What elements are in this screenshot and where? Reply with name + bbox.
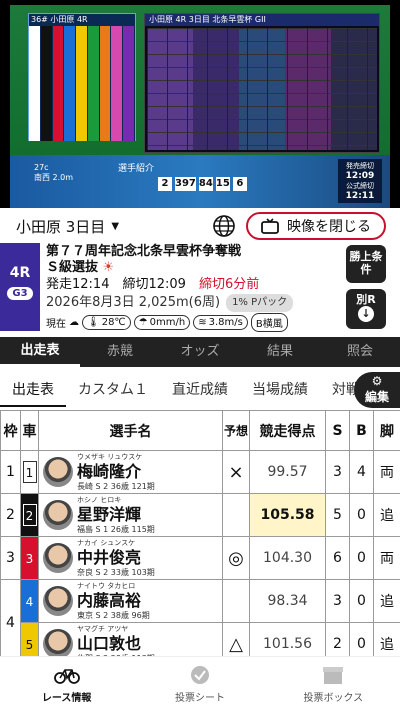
venue-selector[interactable]: 小田原 3日目 ▼ [16, 216, 119, 237]
car-number: 3 [22, 547, 37, 569]
subtab-custom[interactable]: カスタム１ [66, 379, 160, 399]
rider-name: 中井俊亮 [77, 548, 142, 567]
prediction-mark: × [222, 450, 250, 494]
car-number: 5 [22, 633, 37, 655]
race-video[interactable]: 36# 小田原 4R 小田原 4R 3日目 北条早雲杯 GII 27c 南西 2… [0, 0, 400, 208]
entry-table: 枠 車 選手名 予想 競走得点 S B 脚 1 1 ウメザキ リュウスケ 梅崎隆介… [0, 410, 400, 666]
waku-cell: 4 [0, 579, 21, 666]
temperature-chip: 🌡 28℃ [82, 315, 131, 330]
remaining-time: 締切6分前 [198, 277, 260, 292]
col-s: S [325, 410, 350, 451]
table-row[interactable]: 2 2 ホシノ ヒロキ 星野洋輝 福島 S 1 26歳 115期 105.58 50… [0, 493, 400, 537]
globe-icon[interactable] [212, 214, 236, 238]
arrow-down-circle-icon: ↓ [358, 306, 374, 322]
nav-bet-sheet[interactable]: 投票シート [133, 657, 266, 714]
prediction-mark [222, 493, 250, 537]
col-name: 選手名 [38, 410, 223, 451]
nav-race-info[interactable]: レース情報 [0, 657, 133, 714]
race-subtitle: Ｓ級選抜 ☀ [46, 260, 115, 275]
race-times: 発走12:14 締切12:09 締切6分前 [46, 277, 260, 292]
table-row[interactable]: 1 1 ウメザキ リュウスケ 梅崎隆介 長崎 S 2 36歳 121期 × 99.5… [0, 450, 400, 494]
prediction-mark [222, 579, 250, 623]
col-mark: 予想 [222, 410, 250, 451]
box-icon [323, 667, 344, 684]
rain-chip: ☂ 0mm/h [133, 315, 191, 330]
tv-clock: 発売締切 12:09 公式締切 12:11 [338, 159, 382, 203]
wind-chip: ≋ 3.8m/s [193, 315, 248, 330]
score-cell: 105.58 [249, 493, 326, 537]
pack-badge: 1% Pパック [226, 294, 294, 312]
tab-entries[interactable]: 出走表 [0, 337, 80, 367]
gear-icon: ⚙ [371, 374, 383, 388]
edit-button[interactable]: ⚙ 編集 [354, 372, 400, 408]
tv-odds-panel: 36# 小田原 4R [28, 13, 136, 141]
check-circle-icon [190, 666, 209, 684]
race-date: 2026年8月3日 2,025m(6周) 1% Pパック [46, 294, 294, 312]
col-b: B [349, 410, 374, 451]
tab-odds[interactable]: オッズ [160, 337, 240, 367]
col-score: 競走得点 [249, 410, 326, 451]
wind-icon: ≋ [198, 317, 207, 328]
win-condition-button[interactable]: 勝上条件 [346, 245, 386, 283]
triangle-down-icon: ▼ [111, 220, 120, 232]
other-race-button[interactable]: 別R ↓ [346, 289, 386, 329]
grade-badge: G3 [7, 287, 33, 300]
close-video-button[interactable]: 映像を閉じる [246, 212, 386, 240]
umbrella-icon: ☂ [138, 317, 148, 328]
col-leg: 脚 [373, 410, 400, 451]
table-row[interactable]: 4 4 ナイトウ タカヒロ 内藤高裕 東京 S 2 38歳 96期 98.34 30… [0, 579, 400, 666]
tv-right-header: 小田原 4R 3日目 北条早雲杯 GII [145, 14, 379, 26]
cloud-icon: ☁ [69, 317, 79, 328]
video-screen: 36# 小田原 4R 小田原 4R 3日目 北条早雲杯 GII 27c 南西 2… [10, 5, 390, 208]
score-cell: 104.30 [249, 536, 326, 580]
tab-results[interactable]: 結果 [240, 337, 320, 367]
tv-lineup: 2 397 84 15 6 [158, 177, 247, 191]
tab-inquiry[interactable]: 照会 [320, 337, 400, 367]
close-video-label: 映像を閉じる [287, 219, 371, 235]
car-number: 4 [22, 590, 37, 612]
subtab-entries[interactable]: 出走表 [0, 379, 66, 407]
rider-name: 星野洋輝 [77, 505, 142, 524]
venue-label: 小田原 3日目 [16, 217, 106, 236]
rider-name: 山口敦也 [77, 634, 142, 653]
sub-tabs: 出走表 カスタム１ 直近成績 当場成績 対戦 [0, 370, 400, 408]
race-title: 第７７周年記念北条早雲杯争奪戦 [46, 244, 242, 259]
tv-icon [261, 218, 279, 234]
prediction-mark: ◎ [222, 536, 250, 580]
score-cell: 99.57 [249, 450, 326, 494]
waku-cell: 3 [0, 536, 21, 580]
race-header-bar: 小田原 3日目 ▼ 映像を閉じる [0, 210, 400, 242]
sun-icon: ☀ [102, 260, 115, 275]
table-row[interactable]: 3 3 ナカイ シュンスケ 中井俊亮 奈良 S 2 33歳 103期 ◎ 104.3… [0, 536, 400, 580]
wind-direction-chip: B横風 [250, 313, 288, 332]
rider-name: 内藤高裕 [77, 591, 142, 610]
bottom-nav: レース情報 投票シート 投票ボックス [0, 656, 400, 714]
race-conditions: 現在 ☁ 🌡 28℃ ☂ 0mm/h ≋ 3.8m/s B横風 [46, 313, 288, 332]
main-tabs: 出走表 赤競 オッズ 結果 照会 [0, 337, 400, 367]
col-waku: 枠 [0, 410, 21, 451]
bicycle-icon [53, 669, 80, 684]
race-number-badge: 4R G3 [0, 243, 40, 331]
thermometer-icon: 🌡 [87, 317, 100, 328]
subtab-recent[interactable]: 直近成績 [160, 379, 240, 399]
car-number: 1 [22, 461, 37, 483]
tab-akakyo[interactable]: 赤競 [80, 337, 160, 367]
table-header: 枠 車 選手名 予想 競走得点 S B 脚 [0, 410, 400, 451]
subtab-venue[interactable]: 当場成績 [240, 379, 320, 399]
car-number: 2 [22, 504, 37, 526]
score-cell: 98.34 [249, 579, 326, 623]
rider-name: 梅崎隆介 [77, 462, 142, 481]
tv-intro-label: 選手紹介 [118, 164, 155, 174]
tv-left-header: 36# 小田原 4R [29, 14, 135, 26]
col-car: 車 [20, 410, 39, 451]
tv-weather: 27c 南西 2.0m [34, 163, 74, 182]
waku-cell: 1 [0, 450, 21, 494]
tv-info-board: 小田原 4R 3日目 北条早雲杯 GII [144, 13, 380, 153]
tv-bottom-bar: 27c 南西 2.0m 選手紹介 2 397 84 15 6 発売締切 12:09 公式締… [10, 155, 390, 208]
nav-bet-box[interactable]: 投票ボックス [267, 657, 400, 714]
waku-cell: 2 [0, 493, 21, 537]
race-info: 4R G3 第７７周年記念北条早雲杯争奪戦 Ｓ級選抜 ☀ 発走12:14 締切1… [0, 243, 400, 335]
